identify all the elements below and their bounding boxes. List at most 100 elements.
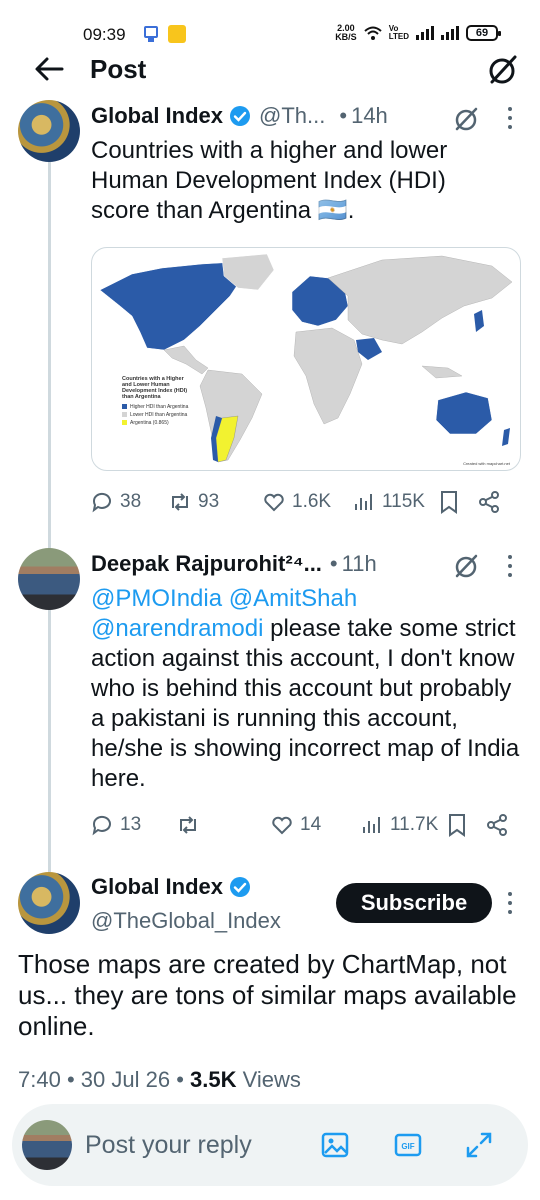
grok-icon[interactable] — [486, 54, 518, 86]
heart-icon — [264, 493, 284, 512]
view-count: 11.7K — [390, 814, 439, 835]
verified-badge-icon — [230, 106, 251, 126]
tweet-time: 14h — [351, 103, 388, 128]
map-legend: Countries with a Higher and Lower Human … — [122, 376, 194, 428]
mention-link[interactable]: @PMOIndia — [91, 585, 222, 612]
wifi-icon — [364, 26, 382, 40]
tweet-media-map[interactable]: Countries with a Higher and Lower Human … — [91, 247, 521, 471]
reply-button[interactable]: 13 — [90, 813, 176, 837]
views-button[interactable]: 11.7K — [360, 813, 446, 837]
separator: • — [339, 103, 348, 128]
image-icon[interactable] — [320, 1130, 350, 1160]
world-map — [99, 253, 513, 463]
reply-input[interactable]: Post your reply — [85, 1131, 252, 1160]
repost-icon — [180, 816, 196, 834]
separator: • — [176, 1067, 184, 1092]
tweet-actions: 38 93 1.6K 115K — [90, 487, 522, 517]
views-button[interactable]: 115K — [352, 490, 438, 514]
like-count: 14 — [300, 814, 322, 835]
separator: • — [329, 551, 338, 576]
heart-icon — [272, 816, 292, 835]
status-bar: 09:39 2.00 KB/S Vo LTED 69 — [0, 0, 540, 48]
grok-icon[interactable] — [453, 553, 479, 579]
reply-count: 38 — [120, 491, 142, 512]
post-header: Post — [0, 48, 540, 92]
mention-link[interactable]: @AmitShah — [229, 585, 357, 612]
legend-item-higher: Higher HDI than Argentina — [122, 404, 194, 410]
mention-link[interactable]: @narendramodi — [91, 615, 263, 642]
volte-label: Vo LTED — [389, 25, 409, 41]
subscribe-button[interactable]: Subscribe — [336, 883, 492, 923]
reply-count: 13 — [120, 814, 142, 835]
bookmark-icon[interactable] — [438, 490, 460, 514]
tweet-time: 11h — [341, 551, 377, 576]
svg-text:GIF: GIF — [401, 1142, 414, 1151]
legend-label: Argentina (0.865) — [130, 420, 169, 426]
bookmark-icon[interactable] — [446, 813, 468, 837]
like-button[interactable]: 1.6K — [262, 490, 352, 514]
status-time: 09:39 — [83, 25, 126, 44]
grok-icon[interactable] — [453, 106, 479, 132]
views-label: Views — [242, 1067, 301, 1092]
author-handle[interactable]: @Th... — [259, 103, 325, 129]
gif-icon[interactable]: GIF — [393, 1130, 423, 1160]
tweet-author-row: Global Index @Th... • 14h — [91, 103, 388, 129]
author-name[interactable]: Deepak Rajpurohit²⁴... — [91, 551, 322, 577]
view-count: 115K — [382, 491, 425, 512]
page-title: Post — [90, 54, 147, 84]
views-chart-icon — [363, 817, 380, 833]
views-count[interactable]: 3.5K — [190, 1067, 236, 1092]
reply-icon — [92, 492, 111, 513]
share-icon[interactable] — [478, 490, 500, 514]
more-options-icon[interactable] — [499, 552, 521, 580]
legend-label: Lower HDI than Argentina — [130, 412, 188, 418]
avatar[interactable] — [18, 872, 80, 934]
reply-icon — [92, 815, 111, 836]
speed-unit: KB/S — [335, 32, 357, 42]
thread-line — [48, 162, 51, 872]
flipkart-notification-icon — [168, 25, 186, 43]
avatar[interactable] — [18, 548, 80, 610]
tweet-text: @PMOIndia @AmitShah @narendramodi please… — [91, 584, 523, 794]
verified-badge-icon — [230, 877, 251, 897]
network-speed: 2.00 KB/S — [335, 24, 357, 42]
tweet-actions: 13 14 11.7K — [90, 810, 522, 840]
reply-button[interactable]: 38 — [90, 490, 168, 514]
back-arrow-icon[interactable] — [34, 56, 64, 82]
repost-icon — [172, 493, 188, 511]
share-icon[interactable] — [486, 813, 508, 837]
author-name[interactable]: Global Index — [91, 103, 223, 129]
legend-title: Countries with a Higher and Lower Human … — [122, 376, 188, 400]
repost-button[interactable]: 93 — [168, 490, 262, 514]
tweet-meta: 7:40 • 30 Jul 26 • 3.5K Views — [18, 1067, 301, 1093]
legend-label: Higher HDI than Argentina — [130, 404, 189, 410]
volte-bottom: LTED — [388, 32, 409, 41]
tweet-text: Countries with a higher and lower Human … — [91, 137, 448, 224]
more-options-icon[interactable] — [499, 104, 521, 132]
like-button[interactable]: 14 — [270, 813, 360, 837]
main-tweet-text: Those maps are created by ChartMap, not … — [18, 949, 517, 1041]
avatar — [22, 1120, 72, 1170]
post-date: 30 Jul 26 — [80, 1067, 171, 1092]
author-name[interactable]: Global Index — [91, 874, 223, 900]
more-options-icon[interactable] — [499, 889, 521, 917]
reply-bar[interactable]: Post your reply GIF — [12, 1104, 528, 1186]
signal-bars-2-icon — [441, 26, 459, 40]
app-notification-icon — [144, 26, 158, 42]
repost-count: 93 — [198, 491, 220, 512]
signal-bars-1-icon — [416, 26, 434, 40]
expand-icon[interactable] — [464, 1130, 494, 1160]
avatar[interactable] — [18, 100, 80, 162]
legend-item-argentina: Argentina (0.865) — [122, 420, 194, 426]
views-chart-icon — [355, 494, 372, 510]
tweet-author-row: Global Index — [91, 874, 251, 900]
repost-button[interactable] — [176, 813, 270, 837]
post-time: 7:40 — [18, 1067, 61, 1092]
battery-icon: 69 — [466, 25, 501, 41]
author-handle[interactable]: @TheGlobal_Index — [91, 908, 281, 934]
map-credit: Created with mapchart.net — [463, 461, 510, 466]
like-count: 1.6K — [292, 491, 332, 512]
legend-item-lower: Lower HDI than Argentina — [122, 412, 194, 418]
tweet-author-row: Deepak Rajpurohit²⁴... • 11h — [91, 551, 377, 577]
separator: • — [66, 1067, 75, 1092]
